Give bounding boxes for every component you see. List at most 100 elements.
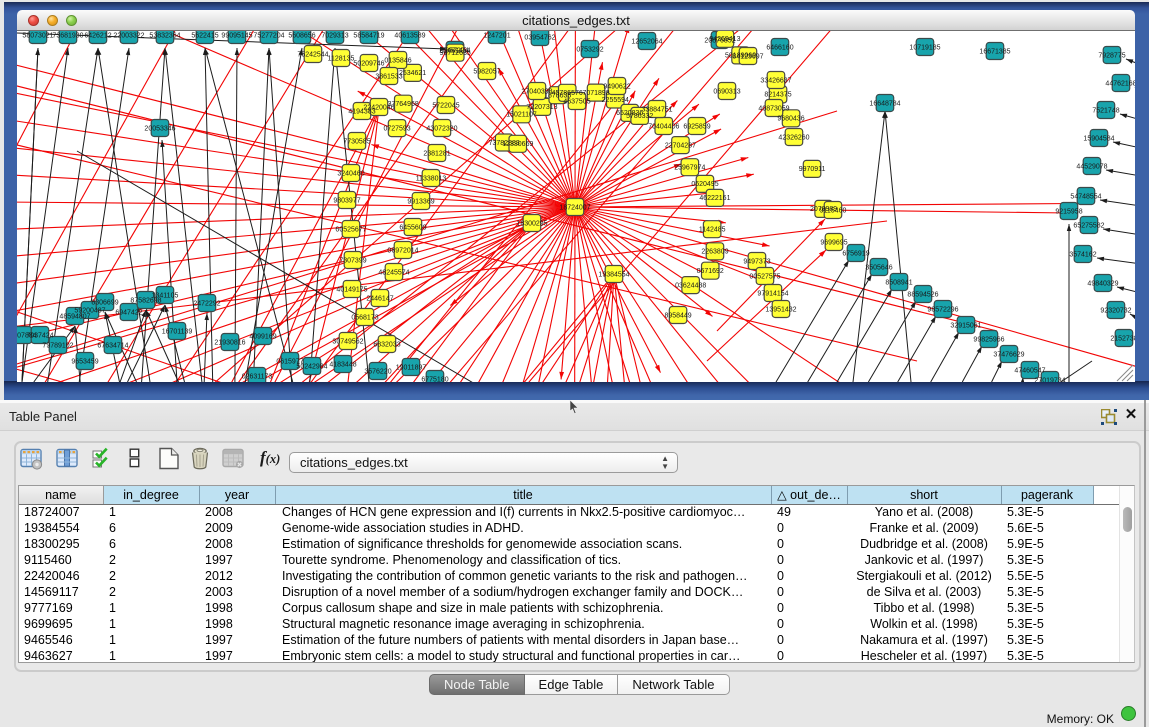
svg-text:97914154: 97914154 — [757, 290, 788, 297]
svg-text:88594526: 88594526 — [907, 291, 938, 298]
svg-text:1142485: 1142485 — [699, 227, 726, 234]
svg-text:10719185: 10719185 — [909, 44, 940, 51]
svg-text:3576220: 3576220 — [364, 368, 391, 375]
svg-text:6466160: 6466160 — [766, 44, 793, 51]
svg-text:2263809: 2263809 — [701, 249, 728, 256]
svg-text:75277204: 75277204 — [253, 32, 284, 39]
svg-text:50242984: 50242984 — [296, 363, 327, 370]
svg-text:6426212: 6426212 — [84, 32, 111, 39]
svg-text:9699695: 9699695 — [820, 239, 847, 246]
svg-text:22003322: 22003322 — [113, 32, 144, 39]
svg-text:22420046: 22420046 — [363, 104, 394, 111]
svg-text:27040398: 27040398 — [521, 88, 552, 95]
svg-text:4183448: 4183448 — [329, 361, 356, 368]
svg-text:19011897: 19011897 — [396, 364, 427, 371]
svg-text:5622415: 5622415 — [191, 32, 218, 39]
svg-text:47460547: 47460547 — [1014, 367, 1045, 374]
svg-text:8306699: 8306699 — [91, 299, 118, 306]
svg-text:94269413: 94269413 — [709, 36, 740, 43]
svg-text:67634714: 67634714 — [97, 342, 128, 349]
svg-text:0753292: 0753292 — [576, 46, 603, 53]
svg-text:18300295: 18300295 — [516, 220, 547, 227]
svg-text:25967974: 25967974 — [674, 165, 705, 172]
svg-text:58073021: 58073021 — [22, 32, 53, 39]
svg-text:06972014: 06972014 — [387, 247, 418, 254]
svg-text:9115460: 9115460 — [820, 207, 847, 214]
svg-text:8214375: 8214375 — [764, 92, 791, 99]
svg-text:96712635: 96712635 — [440, 50, 471, 57]
svg-text:40613589: 40613589 — [394, 32, 425, 39]
svg-text:0690313: 0690313 — [713, 88, 740, 95]
svg-text:2152738: 2152738 — [1110, 335, 1135, 342]
svg-text:3505646: 3505646 — [865, 264, 892, 271]
svg-text:21930816: 21930816 — [214, 339, 245, 346]
svg-text:75242544: 75242544 — [297, 51, 328, 58]
svg-text:72207313: 72207313 — [526, 104, 557, 111]
svg-text:9215958: 9215958 — [1055, 208, 1082, 215]
svg-text:49840329: 49840329 — [1087, 280, 1118, 287]
svg-text:3240460: 3240460 — [337, 170, 364, 177]
svg-text:5982057: 5982057 — [473, 68, 500, 75]
svg-text:65275582: 65275582 — [1073, 222, 1104, 229]
svg-text:2381281: 2381281 — [423, 150, 450, 157]
svg-text:7521748: 7521748 — [1092, 107, 1119, 114]
svg-text:40149175: 40149175 — [336, 286, 367, 293]
svg-text:53832364: 53832364 — [149, 32, 180, 39]
svg-text:2472292: 2472292 — [193, 300, 220, 307]
svg-text:44529078: 44529078 — [1076, 163, 1107, 170]
svg-text:8508941: 8508941 — [885, 279, 912, 286]
svg-text:1128135: 1128135 — [328, 55, 355, 62]
svg-text:3861533: 3861533 — [375, 73, 402, 80]
svg-text:4637505: 4637505 — [563, 98, 590, 105]
svg-text:16701139: 16701139 — [162, 328, 193, 335]
svg-text:11338013: 11338013 — [416, 175, 447, 182]
svg-text:33426637: 33426637 — [760, 77, 791, 84]
svg-text:43072320: 43072320 — [426, 125, 457, 132]
svg-text:16671385: 16671385 — [979, 48, 1010, 55]
svg-text:5608656: 5608656 — [288, 32, 315, 39]
svg-text:70404406: 70404406 — [648, 123, 679, 130]
svg-text:33884751: 33884751 — [641, 106, 672, 113]
svg-text:40873059: 40873059 — [758, 105, 789, 112]
svg-text:60525677: 60525677 — [335, 226, 366, 233]
svg-text:84123697: 84123697 — [732, 53, 763, 60]
svg-text:6775180: 6775180 — [421, 376, 448, 382]
svg-text:59200487: 59200487 — [74, 307, 105, 314]
svg-text:5722045: 5722045 — [432, 102, 459, 109]
svg-text:50209746: 50209746 — [353, 60, 384, 67]
svg-text:1341105: 1341105 — [152, 292, 179, 299]
svg-text:99095145: 99095145 — [221, 32, 252, 39]
svg-text:03624488: 03624488 — [675, 282, 706, 289]
svg-text:03954762: 03954762 — [524, 34, 555, 41]
svg-text:7307399: 7307399 — [339, 257, 366, 264]
svg-text:2255594: 2255594 — [602, 97, 629, 104]
svg-text:7029313: 7029313 — [321, 32, 348, 39]
svg-text:0568173: 0568173 — [351, 314, 378, 321]
svg-text:6832033: 6832033 — [373, 341, 400, 348]
svg-text:15904584: 15904584 — [1083, 135, 1114, 142]
svg-text:99825966: 99825966 — [973, 336, 1004, 343]
svg-text:45786576: 45786576 — [552, 90, 583, 97]
svg-text:73681930: 73681930 — [52, 32, 83, 39]
svg-text:2534621: 2534621 — [399, 70, 426, 77]
svg-text:3574162: 3574162 — [1069, 251, 1096, 258]
svg-text:7730585: 7730585 — [343, 138, 370, 145]
svg-text:1247201: 1247201 — [483, 32, 510, 39]
svg-text:9680436: 9680436 — [777, 116, 804, 123]
svg-text:48594807: 48594807 — [59, 313, 90, 320]
svg-text:9497373: 9497373 — [743, 258, 770, 265]
svg-text:20053346: 20053346 — [144, 125, 175, 132]
svg-text:5786332: 5786332 — [626, 113, 653, 120]
svg-text:22704287: 22704287 — [665, 142, 696, 149]
svg-text:02631173: 02631173 — [242, 373, 273, 380]
svg-text:27019734: 27019734 — [1034, 377, 1065, 382]
svg-text:9803977: 9803977 — [333, 197, 360, 204]
svg-text:18724007: 18724007 — [559, 204, 590, 211]
svg-text:13951432: 13951432 — [765, 306, 796, 313]
svg-text:7928775: 7928775 — [1098, 52, 1125, 59]
svg-text:32915061: 32915061 — [950, 322, 981, 329]
svg-text:0135846: 0135846 — [384, 57, 411, 64]
svg-text:42326260: 42326260 — [778, 134, 809, 141]
svg-text:58584719: 58584719 — [353, 32, 384, 39]
svg-text:54748554: 54748554 — [1070, 193, 1101, 200]
